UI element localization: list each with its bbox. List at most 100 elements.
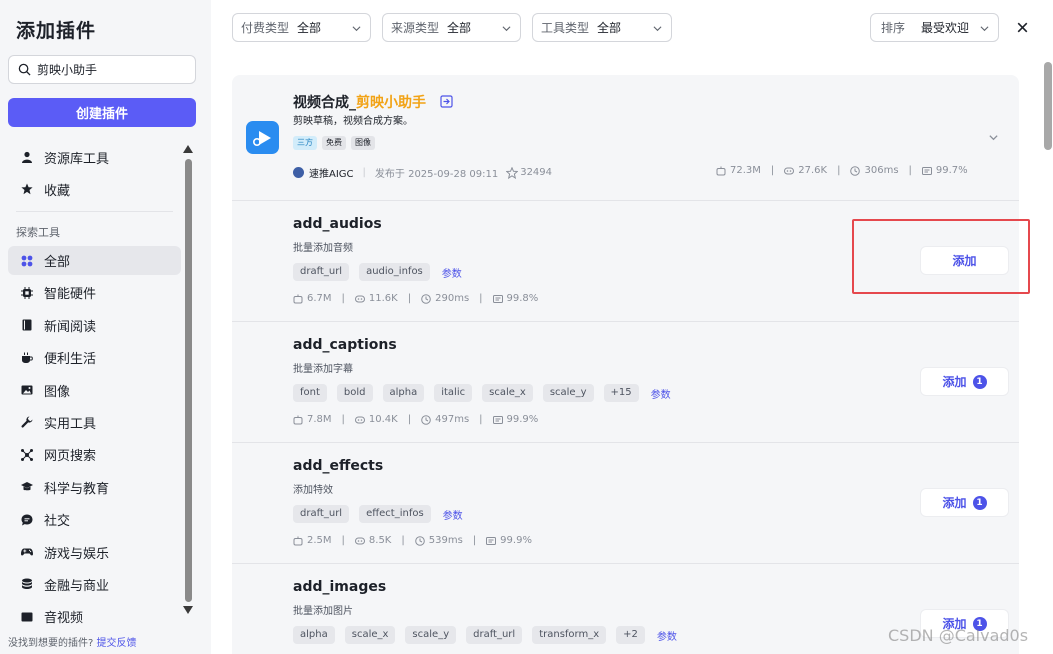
stat-value: 99.8% [506, 293, 539, 304]
tag-badge: 三方 [293, 136, 317, 150]
main-scrollbar[interactable] [1043, 58, 1053, 654]
star-outline-icon[interactable] [506, 166, 519, 179]
category-list[interactable]: 全部 智能硬件 新闻阅读 便利生活 图像 实用工具 网页搜索 科学与教育 社交 … [8, 246, 181, 633]
param-more-chip[interactable]: +2 [616, 626, 645, 644]
sidebar-scrollbar[interactable] [183, 145, 193, 615]
author-name[interactable]: 速推AIGC [309, 165, 354, 180]
sidebar-item-favorites[interactable]: 收藏 [8, 175, 181, 203]
search-input[interactable] [37, 62, 187, 77]
search-box[interactable] [8, 55, 196, 84]
sidebar-item-label: 智能硬件 [44, 287, 97, 303]
stat-value: 27.6K [798, 165, 828, 176]
separator: | [837, 165, 841, 176]
plugin-logo [246, 121, 279, 154]
param-more-chip[interactable]: +15 [603, 384, 639, 402]
chip-icon [20, 286, 33, 299]
chevron-down-icon [653, 26, 662, 32]
param-chip: audio_infos [359, 263, 430, 281]
stat-value: 72.3M [730, 165, 761, 176]
scrollbar-thumb[interactable] [1044, 62, 1052, 150]
sidebar-item-label: 音视频 [44, 611, 84, 627]
divider [16, 211, 173, 212]
tool-name: add_captions [293, 337, 397, 353]
chat-icon [20, 513, 33, 526]
params-link[interactable]: 参数 [443, 507, 463, 522]
sidebar-item-utilities[interactable]: 实用工具 [8, 408, 181, 437]
robot-icon [716, 166, 726, 175]
sidebar-item-all[interactable]: 全部 [8, 246, 181, 275]
filter-label: 来源类型 [391, 21, 440, 35]
message-icon [921, 166, 932, 175]
message-icon [492, 415, 503, 424]
sidebar-nav: 资源库工具 收藏 探索工具 全部 智能硬件 新闻阅读 便利生活 图像 实用工具 … [8, 143, 181, 633]
scrollbar-thumb[interactable] [185, 159, 192, 602]
separator: | [479, 293, 483, 304]
add-tool-button[interactable]: 添加 1 [921, 489, 1008, 516]
sidebar-item-label: 社交 [44, 514, 71, 530]
robot-icon [293, 415, 303, 424]
grid-icon [20, 254, 33, 267]
stat-value: 8.5K [368, 535, 392, 546]
media-icon [20, 610, 33, 623]
param-chip: scale_y [405, 626, 457, 644]
filter-tool-type[interactable]: 工具类型 全部 [532, 13, 672, 42]
sidebar-item-image[interactable]: 图像 [8, 376, 181, 405]
image-icon [20, 384, 33, 397]
scroll-down-arrow-icon[interactable] [183, 606, 193, 614]
stat-value: 497ms [435, 414, 470, 425]
create-plugin-button[interactable]: 创建插件 [8, 98, 196, 127]
params-link[interactable]: 参数 [651, 386, 671, 401]
plugin-title-highlight: 剪映小助手 [356, 95, 426, 111]
open-link-icon[interactable] [440, 95, 453, 108]
feedback-link[interactable]: 提交反馈 [97, 638, 137, 649]
users-icon [784, 167, 795, 174]
footer-text: 没找到想要的插件? [8, 638, 94, 649]
stat-calls: 72.3M [716, 165, 761, 176]
sidebar-item-science-education[interactable]: 科学与教育 [8, 473, 181, 502]
sidebar-item-news[interactable]: 新闻阅读 [8, 311, 181, 340]
plugin-stats: 72.3M | 27.6K | 306ms | 99.7% [716, 165, 968, 176]
message-icon [486, 536, 497, 545]
sidebar-item-label: 金融与商业 [44, 578, 110, 594]
close-icon[interactable] [1015, 20, 1030, 35]
scroll-up-arrow-icon[interactable] [183, 145, 193, 153]
filter-value: 全部 [597, 21, 622, 35]
params-link[interactable]: 参数 [442, 265, 462, 280]
search-icon [18, 63, 31, 76]
sidebar-item-web-search[interactable]: 网页搜索 [8, 440, 181, 469]
sidebar-item-finance[interactable]: 金融与商业 [8, 570, 181, 599]
sidebar-item-resource-tools[interactable]: 资源库工具 [8, 143, 181, 171]
annotation-highlight-box [852, 219, 1030, 294]
publish-date: 发布于 2025-09-28 09:11 [374, 169, 499, 180]
separator: | [401, 535, 405, 546]
plugin-title-prefix: 视频合成_ [293, 95, 356, 111]
sidebar-item-label: 全部 [44, 255, 71, 270]
sidebar-item-label: 收藏 [44, 183, 71, 199]
sidebar-item-life[interactable]: 便利生活 [8, 343, 181, 372]
clock-icon [414, 535, 425, 546]
tool-params: draft_url effect_infos 参数 [293, 505, 463, 523]
filter-source-type[interactable]: 来源类型 全部 [382, 13, 521, 42]
separator: | [479, 414, 483, 425]
graduation-cap-icon [20, 481, 33, 494]
stat-value: 99.9% [500, 535, 532, 546]
sidebar-item-games[interactable]: 游戏与娱乐 [8, 538, 181, 567]
add-tool-button[interactable]: 添加 1 [921, 368, 1008, 395]
param-chip: scale_y [542, 384, 594, 402]
param-chip: draft_url [466, 626, 523, 644]
chevron-down-icon[interactable] [988, 132, 999, 143]
sort-select[interactable]: 排序 最受欢迎 [870, 13, 999, 42]
plugin-header[interactable]: 视频合成_剪映小助手 剪映草稿，视频合成方案。 三方 免费 图像 速推AIGC … [232, 75, 1019, 201]
filter-payment-type[interactable]: 付费类型 全部 [232, 13, 371, 42]
star-icon [20, 183, 33, 196]
param-chip: alpha [382, 384, 425, 402]
sidebar-item-label: 网页搜索 [44, 449, 97, 465]
sidebar-item-social[interactable]: 社交 [8, 505, 181, 534]
sidebar-item-media[interactable]: 音视频 [8, 602, 181, 631]
sidebar-item-label: 科学与教育 [44, 481, 110, 497]
tool-row: add_effects 添加特效 draft_url effect_infos … [232, 443, 1019, 564]
params-link[interactable]: 参数 [657, 628, 677, 643]
plugin-panel: 视频合成_剪映小助手 剪映草稿，视频合成方案。 三方 免费 图像 速推AIGC … [232, 75, 1019, 654]
tool-stats: 6.7M | 11.6K | 290ms | 99.8% [293, 293, 538, 304]
sidebar-item-smart-hardware[interactable]: 智能硬件 [8, 278, 181, 307]
